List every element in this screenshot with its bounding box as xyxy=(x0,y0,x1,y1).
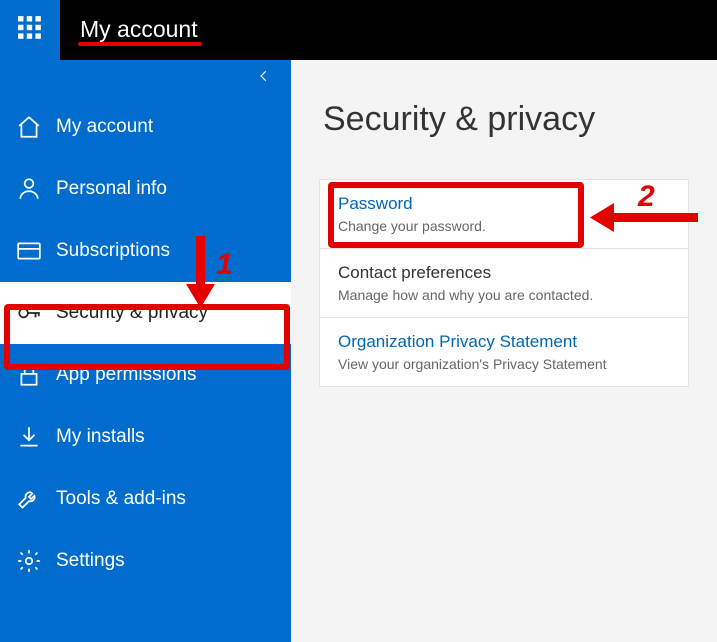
sidebar-item-label: Personal info xyxy=(56,178,167,200)
sidebar-item-personal-info[interactable]: Personal info xyxy=(0,158,291,220)
card-title: Password xyxy=(338,194,670,214)
sidebar-item-app-permissions[interactable]: App permissions xyxy=(0,344,291,406)
sidebar-item-security-privacy[interactable]: Security & privacy xyxy=(0,282,291,344)
annotation-title-underline xyxy=(78,42,202,46)
card-description: View your organization's Privacy Stateme… xyxy=(338,356,670,372)
card-description: Change your password. xyxy=(338,218,670,234)
app-title[interactable]: My account xyxy=(80,16,198,45)
top-bar: My account xyxy=(0,0,717,60)
sidebar-item-label: Subscriptions xyxy=(56,240,170,262)
card-icon xyxy=(16,238,56,264)
card-description: Manage how and why you are contacted. xyxy=(338,287,670,303)
sidebar-item-label: Security & privacy xyxy=(56,302,208,324)
card-org-privacy-statement[interactable]: Organization Privacy Statement View your… xyxy=(320,318,688,386)
sidebar-item-my-account[interactable]: My account xyxy=(0,96,291,158)
page-title: Security & privacy xyxy=(323,100,689,139)
card-password[interactable]: Password Change your password. xyxy=(320,180,688,249)
sidebar-item-my-installs[interactable]: My installs xyxy=(0,406,291,468)
sidebar-item-settings[interactable]: Settings xyxy=(0,530,291,592)
card-title: Organization Privacy Statement xyxy=(338,332,670,352)
wrench-icon xyxy=(16,486,56,512)
sidebar-item-label: Settings xyxy=(56,550,125,572)
key-icon xyxy=(16,300,56,326)
gear-icon xyxy=(16,548,56,574)
chevron-left-icon xyxy=(257,69,271,88)
app-launcher-button[interactable] xyxy=(0,0,60,60)
settings-card-list: Password Change your password. Contact p… xyxy=(319,179,689,387)
card-contact-preferences[interactable]: Contact preferences Manage how and why y… xyxy=(320,249,688,318)
sidebar: My account Personal info Subscriptions S… xyxy=(0,60,291,642)
person-icon xyxy=(16,176,56,202)
sidebar-item-label: My installs xyxy=(56,426,145,448)
main-content: Security & privacy Password Change your … xyxy=(291,60,717,642)
sidebar-item-subscriptions[interactable]: Subscriptions xyxy=(0,220,291,282)
card-title: Contact preferences xyxy=(338,263,670,283)
download-icon xyxy=(16,424,56,450)
sidebar-item-label: My account xyxy=(56,116,153,138)
waffle-icon xyxy=(17,15,43,46)
sidebar-item-label: Tools & add-ins xyxy=(56,488,186,510)
collapse-sidebar-button[interactable] xyxy=(0,60,291,96)
home-icon xyxy=(16,114,56,140)
lock-icon xyxy=(16,362,56,388)
sidebar-item-label: App permissions xyxy=(56,364,196,386)
sidebar-item-tools-addins[interactable]: Tools & add-ins xyxy=(0,468,291,530)
